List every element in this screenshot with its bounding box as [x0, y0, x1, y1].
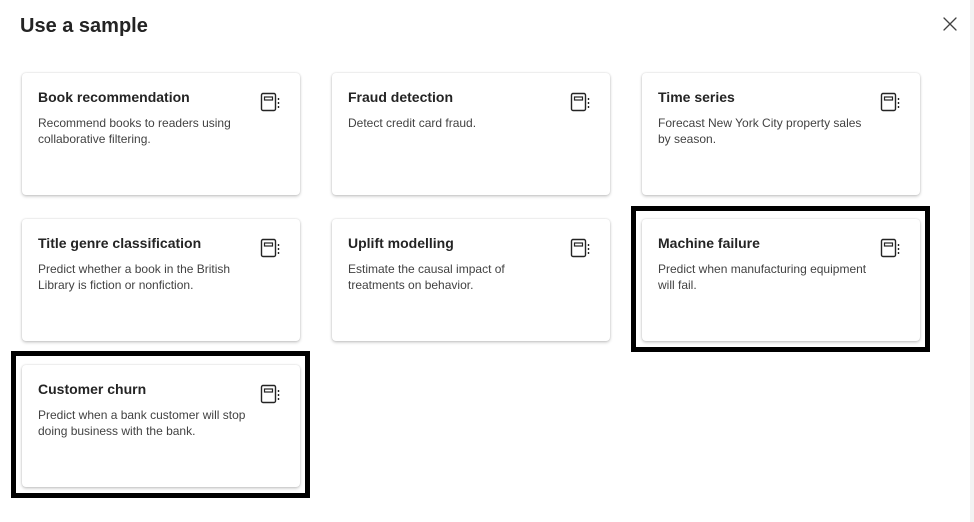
card-description: Estimate the causal impact of treatments… — [348, 262, 505, 292]
scrollbar[interactable] — [970, 0, 974, 522]
card-title: Fraud detection — [348, 89, 454, 105]
sample-card-machine-failure[interactable]: Machine failure Predict when manufacturi… — [642, 219, 920, 341]
card-description: Predict whether a book in the British Li… — [38, 262, 231, 292]
card-title: Machine failure — [658, 235, 760, 251]
card-description: Forecast New York City property sales by… — [658, 116, 862, 146]
notebook-icon — [880, 92, 900, 112]
close-icon — [943, 17, 957, 31]
sample-card-title-genre-classification[interactable]: Title genre classification Predict wheth… — [22, 219, 300, 341]
card-title: Title genre classification — [38, 235, 202, 251]
sample-card-fraud-detection[interactable]: Fraud detection Detect credit card fraud… — [332, 73, 610, 195]
sample-card-time-series[interactable]: Time series Forecast New York City prope… — [642, 73, 920, 195]
notebook-icon — [880, 238, 900, 258]
sample-card-book-recommendation[interactable]: Book recommendation Recommend books to r… — [22, 73, 300, 195]
card-title: Time series — [658, 89, 735, 105]
card-description: Recommend books to readers using collabo… — [38, 116, 231, 146]
sample-card-uplift-modelling[interactable]: Uplift modelling Estimate the causal imp… — [332, 219, 610, 341]
notebook-icon — [260, 92, 280, 112]
notebook-icon — [260, 384, 280, 404]
notebook-icon — [570, 238, 590, 258]
dialog-title: Use a sample — [20, 15, 148, 37]
card-title: Customer churn — [38, 381, 147, 397]
card-title: Uplift modelling — [348, 235, 454, 251]
card-description: Predict when a bank customer will stop d… — [38, 408, 246, 438]
card-description: Detect credit card fraud. — [348, 116, 477, 130]
notebook-icon — [260, 238, 280, 258]
card-description: Predict when manufacturing equipment wil… — [658, 262, 867, 292]
close-button[interactable] — [938, 12, 962, 36]
sample-card-customer-churn[interactable]: Customer churn Predict when a bank custo… — [22, 365, 300, 487]
use-sample-dialog: Use a sample Book recommendation Recomme… — [0, 0, 974, 522]
card-title: Book recommendation — [38, 89, 190, 105]
notebook-icon — [570, 92, 590, 112]
